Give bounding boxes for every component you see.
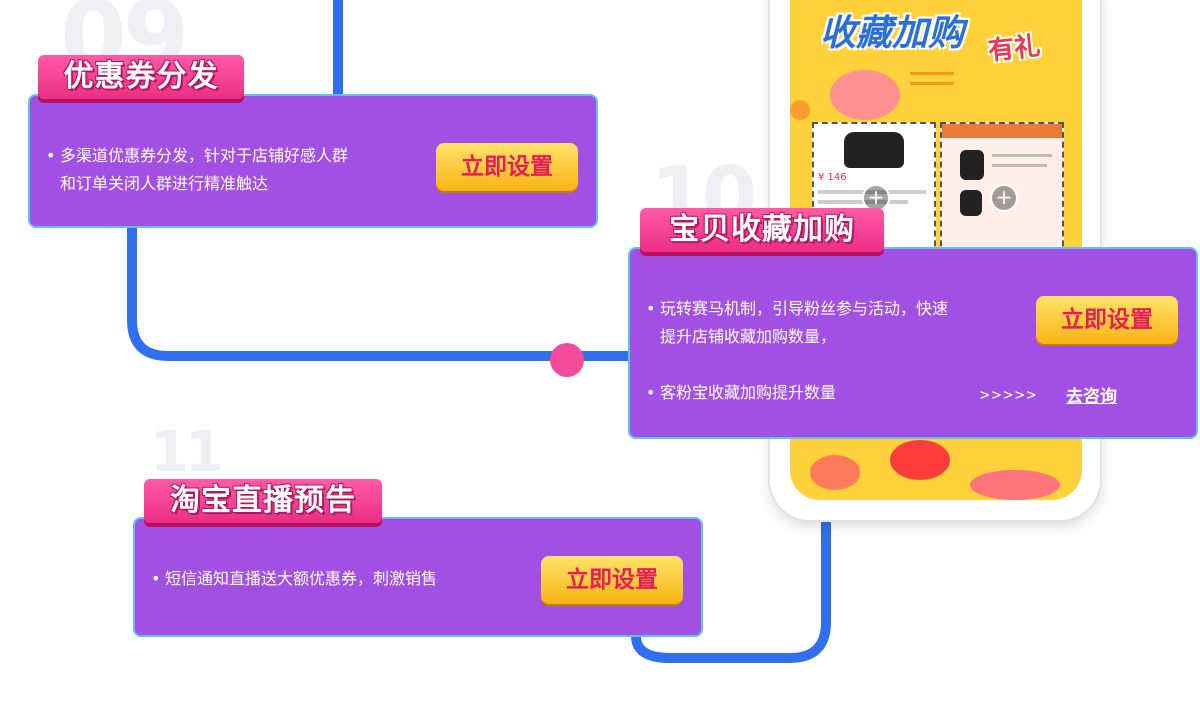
phone-headline-suffix: 有礼 (986, 31, 1042, 67)
add-icon: + (990, 184, 1018, 212)
consult-link[interactable]: 去咨询 (1066, 382, 1117, 407)
section-description: • 玩转赛马机制，引导粉丝参与活动，快速 提升店铺收藏加购数量， (646, 299, 949, 346)
section-title-coupon: 优惠券分发 (38, 55, 244, 99)
section-description: • 短信通知直播送大额优惠券，刺激销售 (151, 569, 438, 588)
phone-headline: 收藏加购 (820, 13, 965, 54)
coupon-setup-button[interactable]: 立即设置 (436, 143, 578, 191)
section-description: • 多渠道优惠券分发，针对于店铺好感人群 和订单关闭人群进行精准触达 (46, 146, 349, 193)
section-title-favorites: 宝贝收藏加购 (640, 208, 884, 252)
section-card-favorites: • 玩转赛马机制，引导粉丝参与活动，快速 提升店铺收藏加购数量， • 客粉宝收藏加购… (628, 247, 1198, 439)
livestream-setup-button[interactable]: 立即设置 (541, 556, 683, 604)
favorites-setup-button[interactable]: 立即设置 (1036, 296, 1178, 344)
section-card-coupon: • 多渠道优惠券分发，针对于店铺好感人群 和订单关闭人群进行精准触达 立即设置 (28, 94, 598, 228)
product-price: ¥ 146 (818, 172, 847, 183)
section-title-livestream: 淘宝直播预告 (144, 479, 382, 523)
shoe-image (844, 132, 904, 168)
section-card-livestream: • 短信通知直播送大额优惠券，刺激销售 立即设置 (133, 517, 703, 637)
section-extra-line: • 客粉宝收藏加购提升数量 (646, 383, 837, 402)
arrows-indicator: >>>>> (980, 385, 1039, 404)
flow-node-dot (550, 343, 584, 377)
